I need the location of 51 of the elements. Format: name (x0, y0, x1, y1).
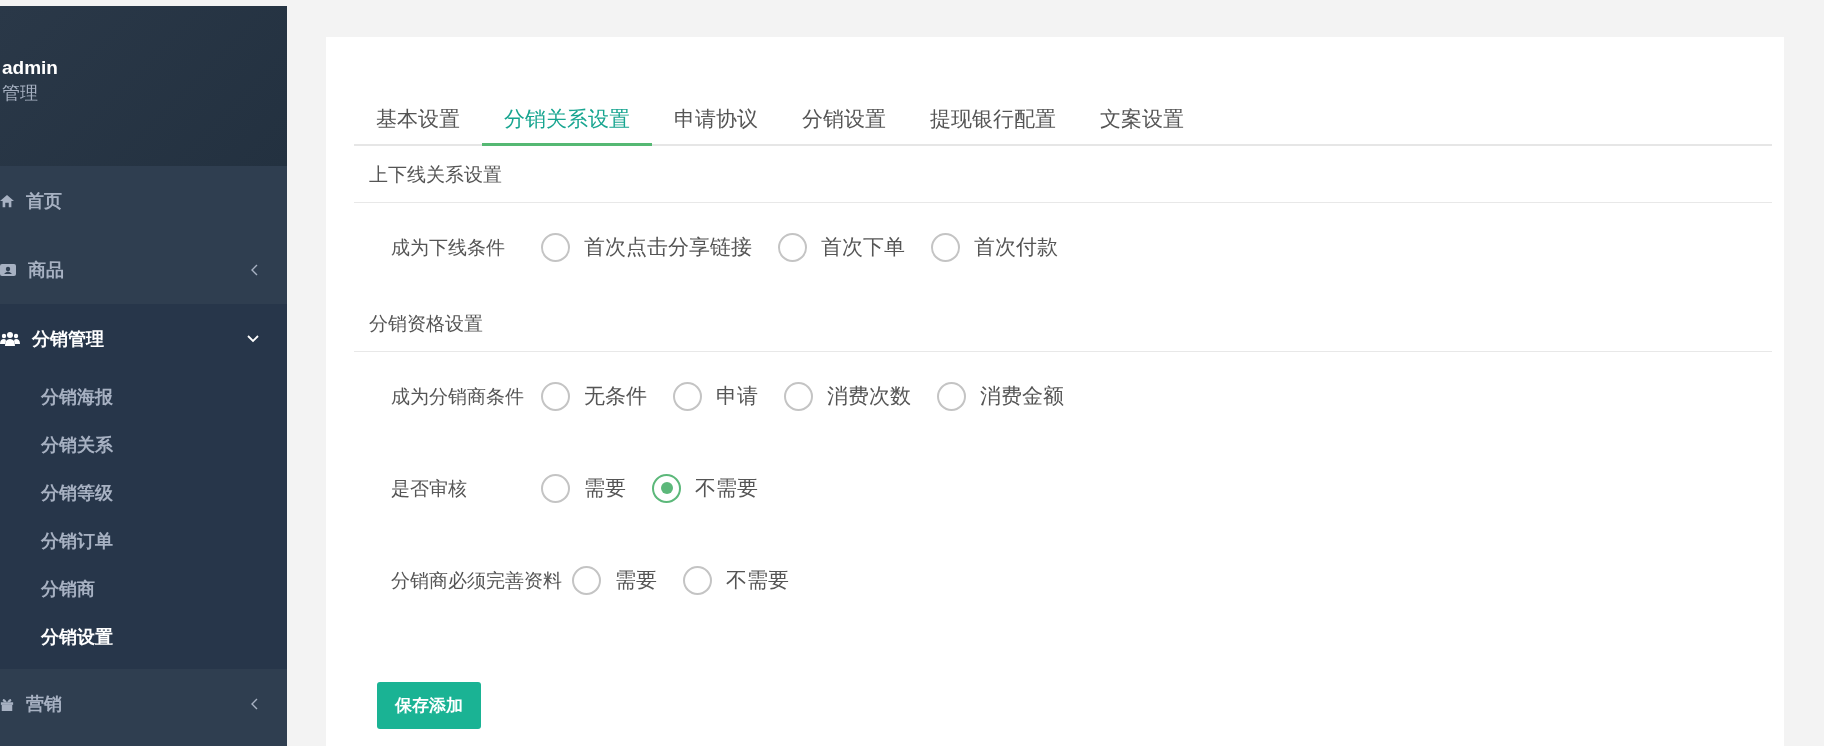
radio-option[interactable]: 不需要 (652, 473, 758, 503)
submenu-item[interactable]: 分销设置 (0, 613, 287, 661)
radio-button[interactable] (541, 473, 570, 503)
radio-button[interactable] (931, 232, 960, 262)
radio-button[interactable] (784, 381, 813, 411)
submenu-item[interactable]: 分销商 (0, 565, 287, 613)
radio-button[interactable] (541, 381, 570, 411)
radio-option[interactable]: 首次下单 (778, 232, 905, 262)
radio-option[interactable]: 首次点击分享链接 (541, 232, 752, 262)
submenu-item[interactable]: 分销海报 (0, 373, 287, 421)
radio-option[interactable]: 消费次数 (784, 381, 911, 411)
chevron-left-icon (251, 263, 259, 276)
users-icon (0, 330, 20, 347)
user-role: 管理 (2, 81, 39, 105)
field-label: 成为分销商条件 (391, 384, 525, 409)
radio-option[interactable]: 不需要 (683, 565, 789, 595)
section-title: 上下线关系设置 (354, 146, 1772, 203)
field-label: 是否审核 (391, 476, 468, 501)
gift-icon (0, 696, 14, 711)
menu-item[interactable]: 分销管理 (0, 304, 287, 373)
tab[interactable]: 基本设置 (354, 105, 482, 146)
tab[interactable]: 提现银行配置 (908, 105, 1078, 146)
radio-button[interactable] (572, 565, 601, 595)
menu-item[interactable]: 首页 (0, 166, 287, 235)
radio-button[interactable] (937, 381, 966, 411)
submenu-item[interactable]: 分销关系 (0, 421, 287, 469)
home-icon (0, 193, 14, 208)
radio-option[interactable]: 申请 (673, 381, 758, 411)
chevron-down-icon (247, 334, 259, 343)
field-label: 分销商必须完善资料 (391, 568, 562, 593)
radio-option[interactable]: 需要 (541, 473, 626, 503)
section-title: 分销资格设置 (354, 295, 1772, 352)
tab[interactable]: 文案设置 (1078, 105, 1206, 146)
menu-item[interactable]: 商品 (0, 235, 287, 304)
radio-option[interactable]: 无条件 (541, 381, 647, 411)
user-name: admin (2, 57, 59, 79)
radio-button[interactable] (652, 473, 681, 503)
field-label: 成为下线条件 (391, 235, 506, 260)
chevron-left-icon (251, 697, 259, 710)
radio-option[interactable]: 需要 (572, 565, 657, 595)
radio-option[interactable]: 首次付款 (931, 232, 1058, 262)
submenu-item[interactable]: 分销订单 (0, 517, 287, 565)
radio-button[interactable] (541, 232, 570, 262)
radio-button[interactable] (778, 232, 807, 262)
tab[interactable]: 申请协议 (652, 105, 780, 146)
submenu-item[interactable]: 分销等级 (0, 469, 287, 517)
radio-button[interactable] (683, 565, 712, 595)
tab[interactable]: 分销设置 (780, 105, 908, 146)
radio-button[interactable] (673, 381, 702, 411)
radio-option[interactable]: 消费金额 (937, 381, 1064, 411)
menu-item[interactable]: 营销 (0, 669, 287, 738)
